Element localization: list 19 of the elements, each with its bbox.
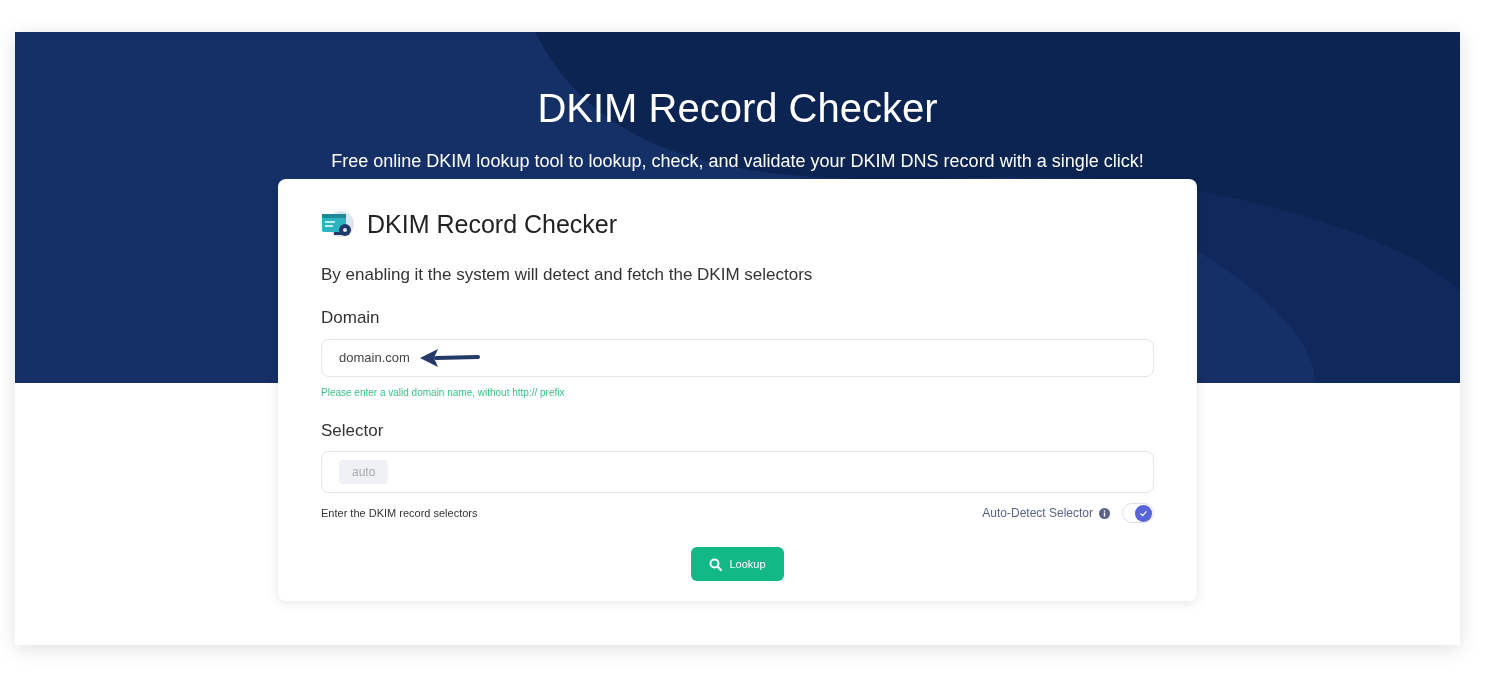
domain-hint: Please enter a valid domain name, without http:// prefix — [321, 385, 566, 400]
selector-label: Selector — [321, 419, 385, 442]
auto-detect-toggle[interactable] — [1122, 503, 1154, 523]
selector-hint: Enter the DKIM record selectors — [321, 505, 478, 521]
card-key-icon — [321, 209, 355, 240]
domain-label: Domain — [321, 307, 381, 329]
domain-input[interactable]: domain.com — [321, 338, 1154, 377]
check-icon — [1139, 508, 1148, 518]
card-description: By enabling it the system will detect and fetch the DKIM selectors — [321, 263, 814, 286]
arrow-icon — [418, 346, 480, 369]
search-icon — [709, 557, 723, 571]
selector-tag: auto — [339, 460, 389, 484]
page-title: DKIM Record Checker — [537, 85, 938, 132]
lookup-button[interactable]: Lookup — [691, 547, 784, 581]
auto-detect-label: Auto-Detect Selector — [982, 505, 1093, 522]
page-subtitle: Free online DKIM lookup tool to lookup, check, and validate your DKIM DNS record with a single click! — [331, 150, 1144, 173]
selector-input[interactable]: auto — [321, 451, 1154, 493]
card-title: DKIM Record Checker — [367, 209, 618, 240]
info-icon — [1099, 507, 1110, 519]
